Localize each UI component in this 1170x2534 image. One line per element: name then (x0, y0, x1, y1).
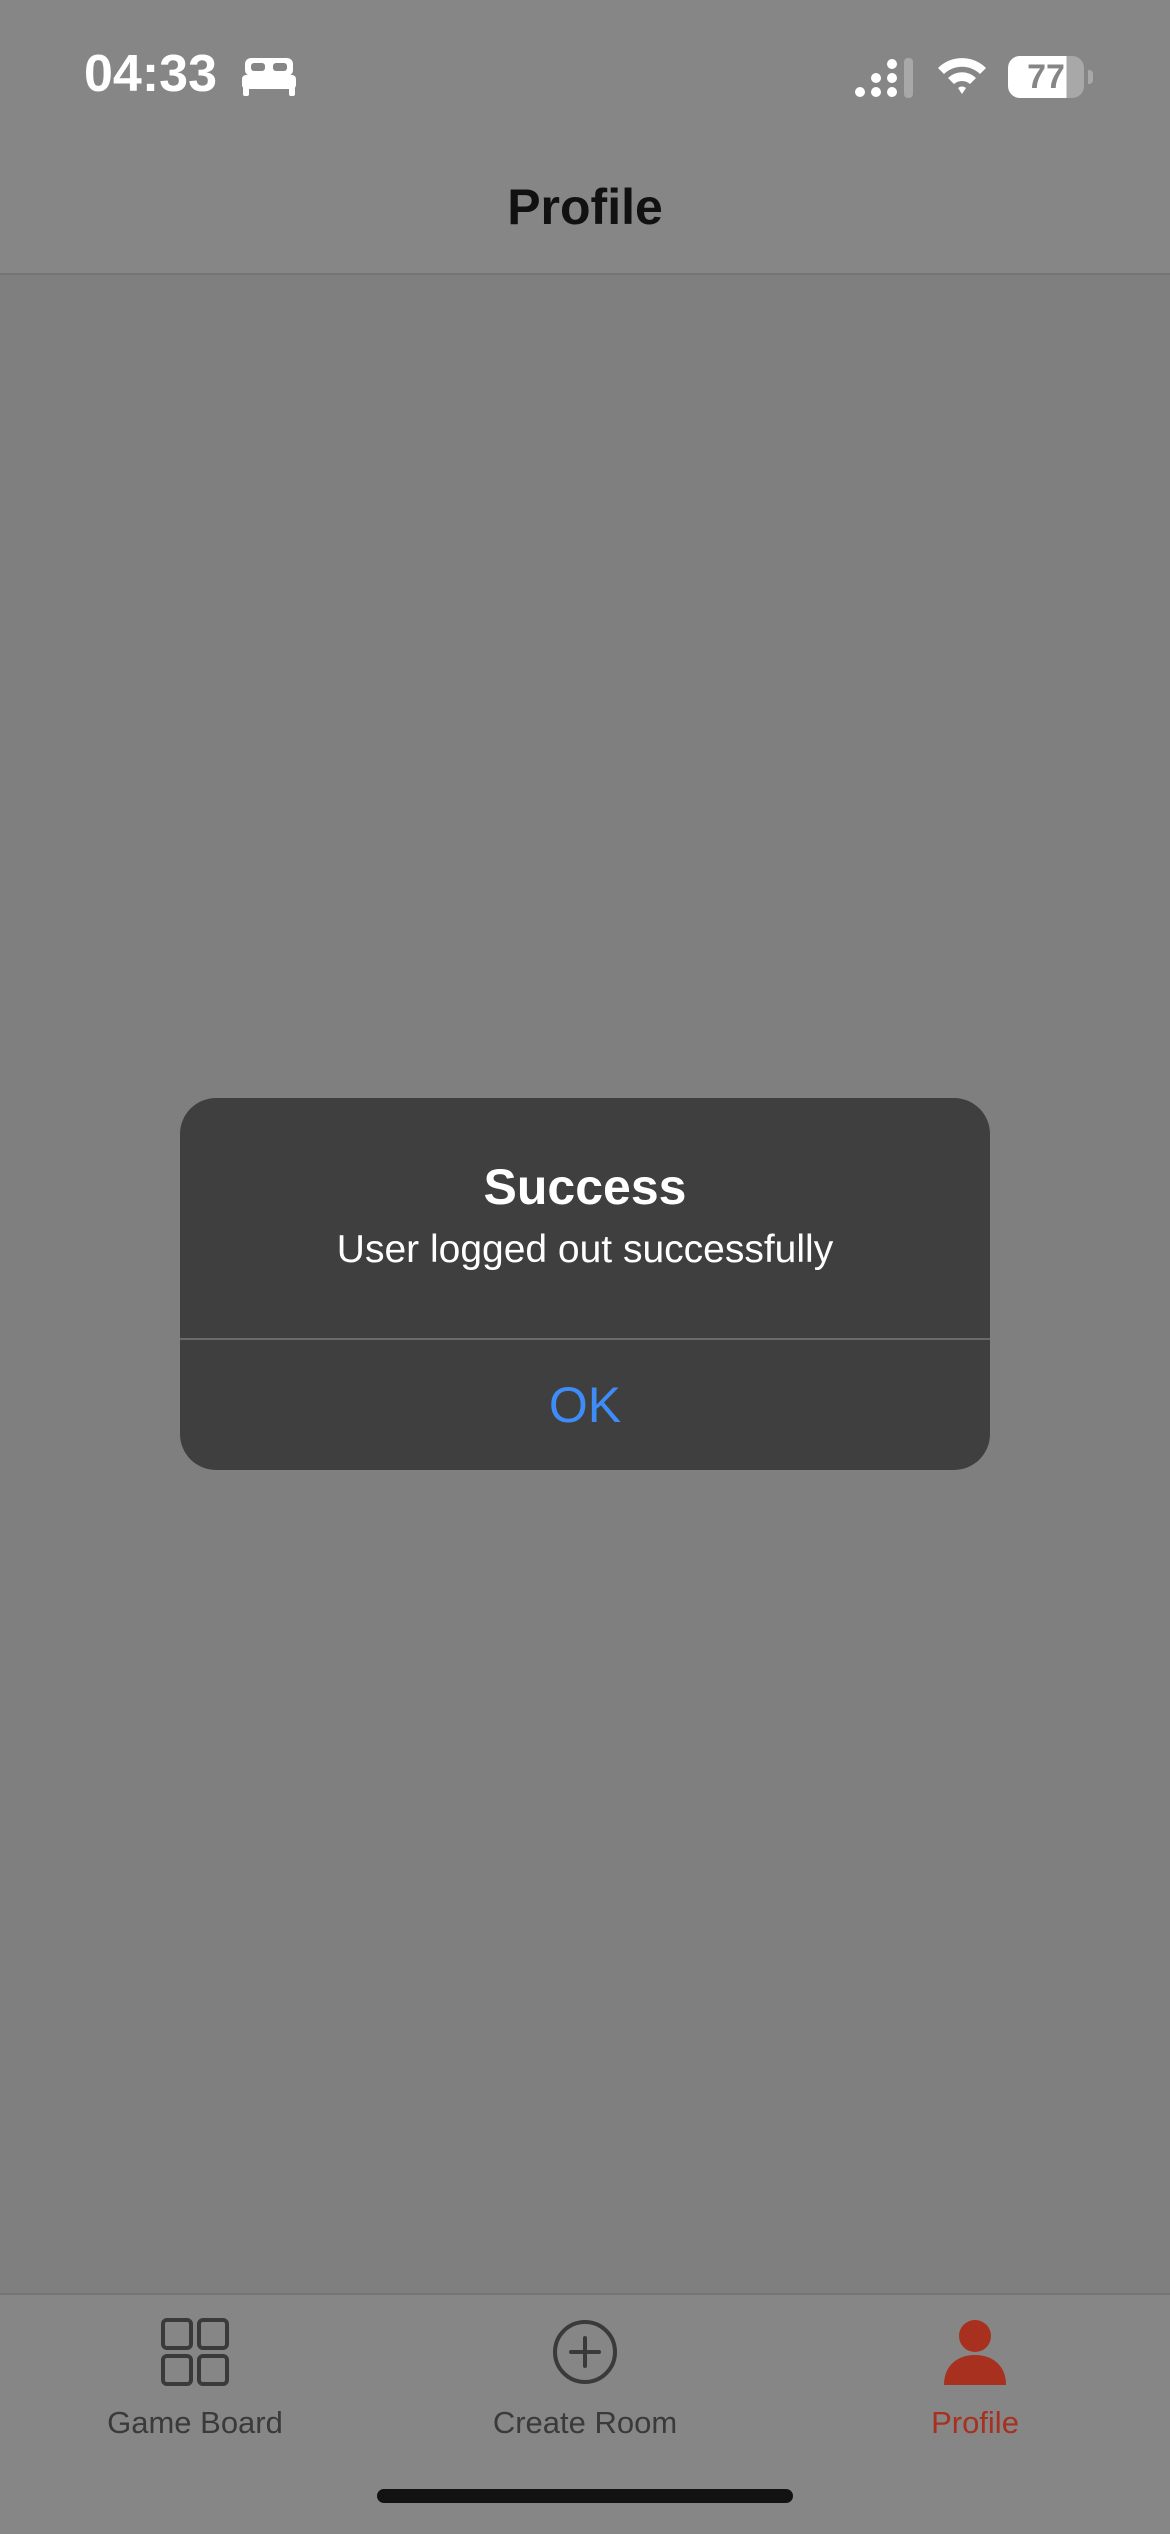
tab-label-profile: Profile (931, 2405, 1019, 2440)
alert-message: User logged out successfully (336, 1228, 834, 1271)
home-indicator[interactable] (377, 2489, 793, 2503)
success-alert-dialog: Success User logged out successfully OK (180, 1098, 990, 1470)
battery-icon: 77 (1008, 56, 1093, 100)
page-title: Profile (507, 179, 663, 235)
tab-profile[interactable]: Profile (780, 2295, 1170, 2455)
battery-level: 77 (1027, 58, 1065, 96)
tab-create-room[interactable]: Create Room (390, 2295, 780, 2455)
ok-button[interactable]: OK (180, 1340, 990, 1470)
status-time: 04:33 (84, 45, 217, 103)
navigation-header: Profile (0, 150, 1170, 275)
wifi-icon (938, 58, 986, 94)
tab-label-game-board: Game Board (107, 2405, 283, 2440)
cellular-signal-icon (855, 58, 913, 98)
grid-icon (161, 2318, 229, 2386)
bed-icon (242, 58, 296, 96)
tab-label-create-room: Create Room (492, 2405, 678, 2440)
alert-title: Success (483, 1159, 687, 1215)
tab-game-board[interactable]: Game Board (0, 2295, 390, 2455)
plus-circle-icon (553, 2320, 617, 2384)
person-icon (944, 2320, 1006, 2385)
status-bar: 04:33 77 (0, 0, 1170, 150)
